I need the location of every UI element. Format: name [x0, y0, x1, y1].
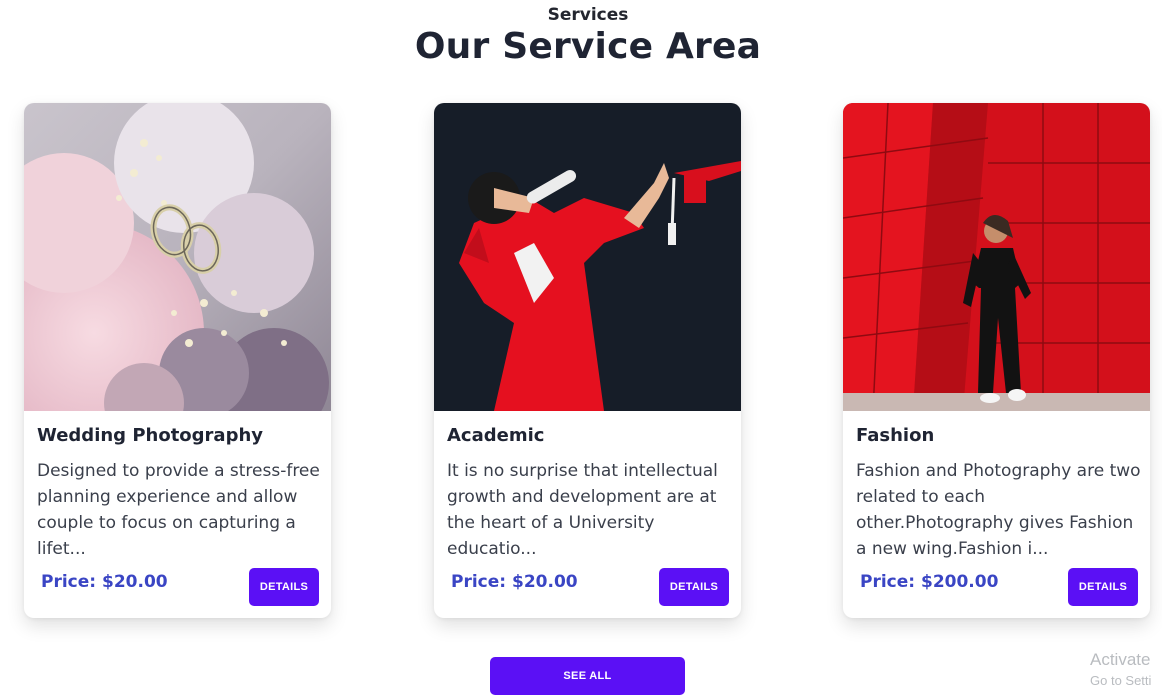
- card-price: Price: $200.00: [860, 572, 999, 592]
- card-description: Designed to provide a stress-free planni…: [37, 461, 320, 559]
- card-price: Price: $20.00: [41, 572, 168, 592]
- watermark-line1: Activate: [1090, 650, 1151, 669]
- card-title: Fashion: [856, 425, 935, 446]
- card-description: Fashion and Photography are two related …: [856, 461, 1141, 559]
- details-button[interactable]: DETAILS: [1068, 568, 1138, 606]
- watermark-line2: Go to Setti: [1090, 673, 1152, 688]
- details-button[interactable]: DETAILS: [659, 568, 729, 606]
- academic-image: [434, 103, 741, 411]
- service-card-fashion: Fashion Fashion and Photography are two …: [843, 103, 1150, 618]
- wedding-image: [24, 103, 331, 411]
- card-price: Price: $20.00: [451, 572, 578, 592]
- service-card-wedding: Wedding Photography Designed to provide …: [24, 103, 331, 618]
- activate-windows-watermark: Activate Go to Setti: [1090, 650, 1162, 688]
- section-title: Our Service Area: [414, 26, 762, 67]
- card-title: Academic: [447, 425, 545, 446]
- service-card-academic: Academic It is no surprise that intellec…: [434, 103, 741, 618]
- details-button[interactable]: DETAILS: [249, 568, 319, 606]
- card-description: It is no surprise that intellectual grow…: [447, 461, 718, 559]
- services-eyebrow: Services: [547, 5, 629, 25]
- card-title: Wedding Photography: [37, 425, 264, 446]
- fashion-image: [843, 103, 1150, 411]
- see-all-button[interactable]: SEE ALL: [490, 657, 685, 695]
